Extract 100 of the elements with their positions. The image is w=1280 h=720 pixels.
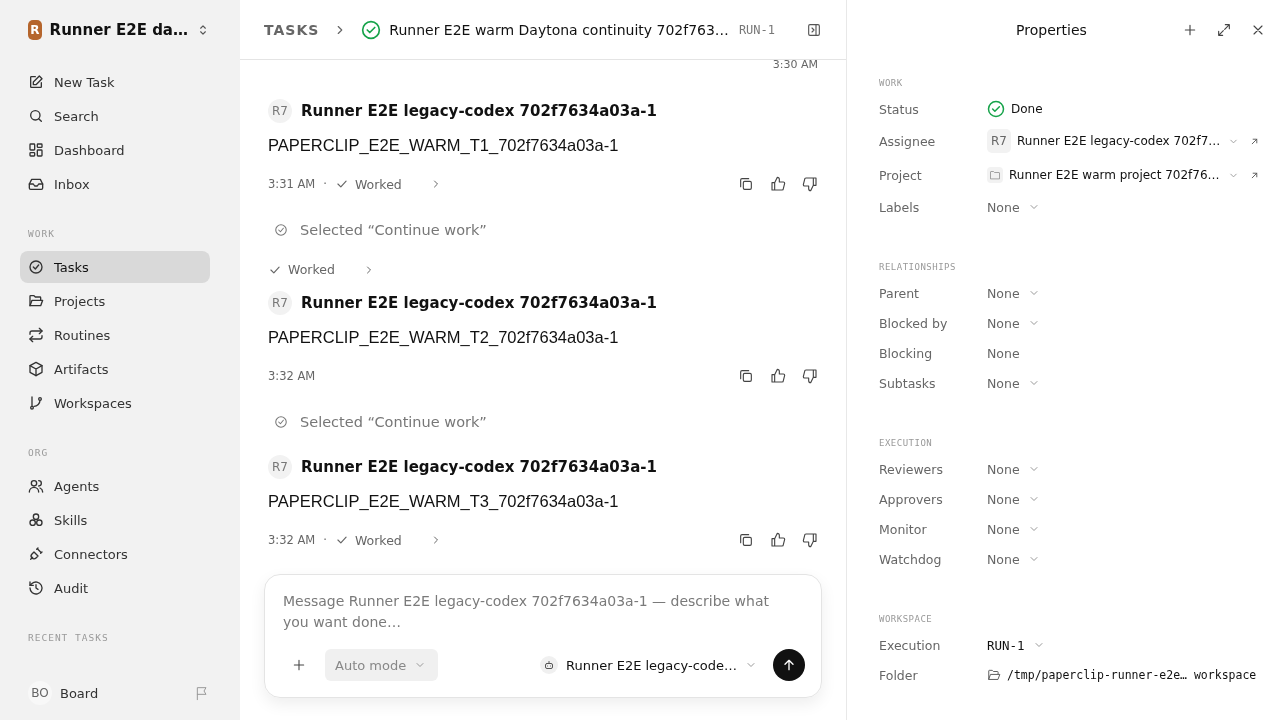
panel-title: Properties (1015, 22, 1088, 38)
message-text: PAPERCLIP_E2E_WARM_T2_702f7634a03a-1 (268, 328, 620, 348)
property-label: Labels (879, 199, 921, 215)
workspace-name[interactable]: Runner E2E da… (49, 21, 188, 39)
folder-icon (28, 293, 44, 309)
nav-item[interactable]: Tasks (20, 251, 210, 283)
copy-icon[interactable] (738, 532, 754, 548)
plug-icon (28, 546, 44, 562)
property-label: Assignee (879, 133, 937, 149)
message-field[interactable]: Message Runner E2E legacy-codex 702f7634a03a-1 — describe what you want done… Auto mode Runner E2E legacy-code… (264, 574, 822, 698)
property-value: None (987, 345, 1020, 361)
plus-icon[interactable] (1182, 22, 1198, 38)
worked-toggle[interactable]: Worked (334, 176, 442, 192)
nav-item[interactable]: Artifacts (20, 353, 210, 385)
workspace-logo: R (28, 20, 42, 40)
thumbs-down-icon[interactable] (802, 176, 818, 192)
thumbs-up-icon[interactable] (770, 368, 786, 384)
nav-item[interactable]: Workspaces (20, 387, 210, 419)
nav-item[interactable]: Inbox (20, 168, 210, 200)
property-label: Monitor (879, 521, 928, 537)
property-dropdown[interactable]: None (987, 375, 1040, 391)
author-name: Runner E2E legacy-codex 702f7634a03a-1 (301, 102, 657, 120)
property-label: Blocked by (879, 315, 949, 331)
cube-icon (28, 361, 44, 377)
user-name[interactable]: Board (60, 685, 186, 701)
nav-item[interactable]: Audit (20, 572, 210, 604)
check-circle-icon (274, 223, 288, 237)
agent-avatar: R7 (268, 291, 292, 315)
agent-avatar: R7 (987, 129, 1011, 153)
separator-dot: · (323, 533, 327, 547)
check-circle-icon (361, 19, 382, 40)
property-dropdown[interactable]: None (987, 461, 1040, 477)
section-label: WORK (879, 78, 904, 88)
assignee-value[interactable]: Runner E2E legacy-codex 702f7… (1017, 134, 1221, 148)
nav-item[interactable]: Search (20, 100, 210, 132)
message-text: PAPERCLIP_E2E_WARM_T1_702f7634a03a-1 (268, 136, 620, 156)
section-label: RECENT TASKS (28, 632, 110, 643)
grid-icon (28, 142, 44, 158)
breadcrumb-link[interactable]: TASKS (264, 21, 320, 38)
thumbs-down-icon[interactable] (802, 368, 818, 384)
thumbs-up-icon[interactable] (770, 532, 786, 548)
property-label: Execution (879, 637, 942, 653)
section-label: ORG (28, 447, 50, 458)
folder-icon (987, 167, 1003, 183)
nav-item[interactable]: New Task (20, 66, 210, 98)
run-dropdown[interactable]: RUN-1 (987, 637, 1045, 653)
circles-icon (28, 512, 44, 528)
agent-dropdown[interactable]: Runner E2E legacy-code… (540, 656, 757, 674)
selection-note: Selected “Continue work” (300, 414, 487, 430)
inbox-tray-icon (28, 176, 44, 192)
copy-icon[interactable] (738, 176, 754, 192)
user-avatar: BO (28, 681, 52, 705)
property-dropdown[interactable]: None (987, 551, 1040, 567)
nav-item[interactable]: Routines (20, 319, 210, 351)
property-label: Project (879, 167, 923, 183)
author-name: Runner E2E legacy-codex 702f7634a03a-1 (301, 458, 657, 476)
pencil-icon (28, 74, 44, 90)
agent-avatar: R7 (268, 99, 292, 123)
property-label: Approvers (879, 491, 944, 507)
nav-item[interactable]: Skills (20, 504, 210, 536)
project-value[interactable]: Runner E2E warm project 702f76… (1009, 168, 1220, 182)
task-title: Runner E2E warm Daytona continuity 702f763… (389, 21, 729, 38)
property-label: Subtasks (879, 375, 937, 391)
property-dropdown[interactable]: None (987, 199, 1040, 215)
copy-icon[interactable] (738, 368, 754, 384)
nav-item[interactable]: Dashboard (20, 134, 210, 166)
timestamp: 3:30 AM (772, 58, 818, 73)
folder-path[interactable]: /tmp/paperclip-runner-e2e… workspace (1007, 668, 1257, 682)
section-label: WORK (28, 228, 56, 239)
panel-toggle-icon[interactable] (806, 21, 822, 38)
section-label: RELATIONSHIPS (879, 262, 957, 272)
section-label: EXECUTION (879, 438, 934, 448)
search-icon (28, 108, 44, 124)
check-circle-icon (987, 100, 1005, 118)
property-dropdown[interactable]: None (987, 315, 1040, 331)
property-dropdown[interactable]: None (987, 285, 1040, 301)
thumbs-up-icon[interactable] (770, 176, 786, 192)
property-label: Blocking (879, 345, 934, 361)
arrow-up-icon (781, 657, 797, 673)
expand-icon[interactable] (1216, 22, 1232, 38)
status-value[interactable]: Done (1011, 102, 1043, 116)
plus-icon[interactable] (291, 657, 307, 673)
history-icon (28, 580, 44, 596)
nav-item[interactable]: Agents (20, 470, 210, 502)
property-dropdown[interactable]: None (987, 521, 1040, 537)
message-text: PAPERCLIP_E2E_WARM_T3_702f7634a03a-1 (268, 492, 620, 512)
property-label: Parent (879, 285, 920, 301)
author-name: Runner E2E legacy-codex 702f7634a03a-1 (301, 294, 657, 312)
thumbs-down-icon[interactable] (802, 532, 818, 548)
worked-toggle[interactable]: Worked (268, 262, 375, 277)
timestamp: 3:32 AM (268, 369, 316, 383)
property-dropdown[interactable]: None (987, 491, 1040, 507)
nav-item[interactable]: Projects (20, 285, 210, 317)
nav-item[interactable]: Connectors (20, 538, 210, 570)
repeat-arrows-icon (28, 327, 44, 343)
check-circle-icon (274, 415, 288, 429)
timestamp: 3:32 AM (268, 533, 316, 547)
send-button[interactable] (773, 649, 805, 681)
selection-note: Selected “Continue work” (300, 222, 487, 238)
worked-toggle[interactable]: Worked (334, 532, 442, 548)
